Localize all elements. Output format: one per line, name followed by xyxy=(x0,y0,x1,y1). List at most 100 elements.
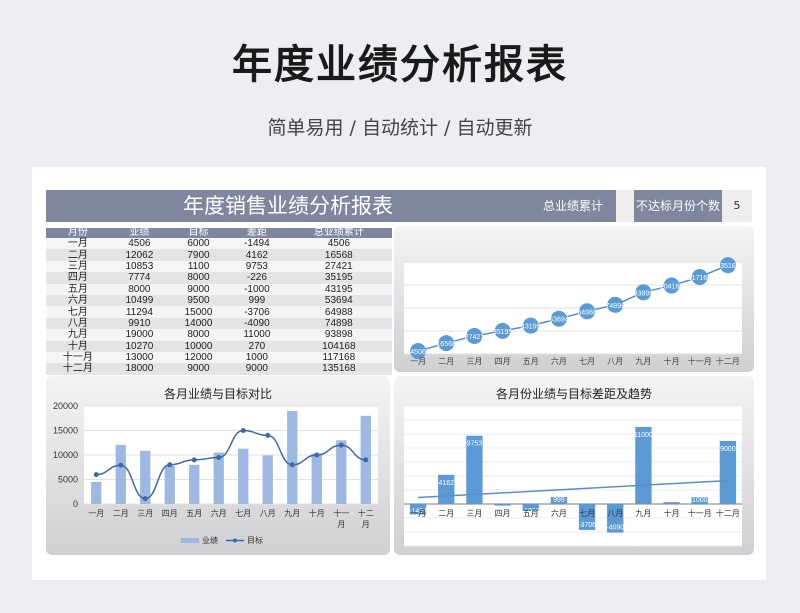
table-cell[interactable]: 9000 xyxy=(168,363,229,375)
data-label: 43195 xyxy=(521,324,541,331)
x-tick-label: 一月 xyxy=(410,509,426,518)
x-tick-label: 十二月 xyxy=(716,356,740,366)
data-label: 35195 xyxy=(493,329,513,336)
table-row: 十二月 18000 9000 9000 135168 xyxy=(46,363,392,375)
monthly-compare-chart: 0 5000 10000 15000 20000 一月 二月 三月 四月 五月 六月 七月 八月 九月 十月… xyxy=(53,401,378,545)
table-cell[interactable]: 8000 xyxy=(168,272,229,284)
table-cell[interactable]: 12062 xyxy=(109,249,169,261)
x-tick-label: 九月 xyxy=(635,357,651,366)
page-title: 年度业绩分析报表 xyxy=(232,42,568,88)
table-cell[interactable]: 93898 xyxy=(285,329,392,341)
table-cell[interactable]: -1494 xyxy=(228,238,286,250)
x-tick-label: 七月 xyxy=(235,509,251,518)
table-cell[interactable]: 104168 xyxy=(285,340,392,352)
x-tick-label: 月 xyxy=(337,520,345,529)
target-point xyxy=(142,496,148,502)
bar xyxy=(164,465,175,504)
table-cell[interactable]: 7900 xyxy=(168,249,229,261)
x-tick-label: 月 xyxy=(362,520,370,529)
y-tick-label: 0 xyxy=(73,499,78,509)
table-row: 一月 4506 6000 -1494 4506 xyxy=(46,238,392,250)
x-tick-label: 三月 xyxy=(466,509,482,518)
x-tick-label: 十月 xyxy=(664,508,680,518)
table-cell[interactable]: 八月 xyxy=(46,317,110,330)
table-cell[interactable]: 七月 xyxy=(46,306,110,318)
table-cell[interactable]: 三月 xyxy=(46,260,110,273)
table-cell[interactable]: 35195 xyxy=(285,272,392,284)
table-cell[interactable]: 11000 xyxy=(228,329,286,341)
table-cell[interactable]: 9753 xyxy=(228,260,286,273)
table-cell[interactable]: 12000 xyxy=(168,351,229,364)
target-point xyxy=(216,454,222,460)
y-tick-label: 15000 xyxy=(53,426,78,436)
table-cell[interactable]: 9910 xyxy=(109,317,169,330)
table-cell[interactable]: 15000 xyxy=(168,306,229,318)
table-cell[interactable]: 十一月 xyxy=(46,351,110,364)
table-cell[interactable]: 999 xyxy=(228,294,286,307)
table-cell[interactable]: 二月 xyxy=(46,249,110,261)
data-label: 135168 xyxy=(716,263,739,270)
table-cell[interactable]: 1100 xyxy=(168,260,229,273)
table-cell[interactable]: -226 xyxy=(228,272,286,284)
table-row: 十一月 13000 12000 1000 117168 xyxy=(46,351,392,364)
bar xyxy=(140,450,151,504)
table-cell[interactable]: 13000 xyxy=(109,351,169,364)
table-cell[interactable]: 4506 xyxy=(109,238,169,250)
x-tick-label: 五月 xyxy=(186,509,202,518)
table-cell[interactable]: 五月 xyxy=(46,283,110,295)
bar xyxy=(213,452,224,504)
table-cell[interactable]: -3706 xyxy=(228,306,286,318)
table-cell[interactable]: 一月 xyxy=(46,238,110,250)
table-cell[interactable]: 19000 xyxy=(109,329,169,341)
table-cell[interactable]: 14000 xyxy=(168,317,229,330)
table-cell[interactable]: 18000 xyxy=(109,363,169,375)
table-cell[interactable]: 9000 xyxy=(168,283,229,295)
table-cell[interactable]: 4506 xyxy=(285,238,392,250)
x-tick-label: 二月 xyxy=(438,509,454,518)
y-tick-label: 5000 xyxy=(58,475,78,485)
x-tick-label: 七月 xyxy=(579,357,595,366)
table-cell[interactable]: 十二月 xyxy=(46,363,110,375)
table-cell[interactable]: 27421 xyxy=(285,260,392,273)
table-cell[interactable]: 十月 xyxy=(46,340,110,352)
table-cell[interactable]: 8000 xyxy=(109,283,169,295)
bar xyxy=(189,464,200,504)
table-cell[interactable]: 7774 xyxy=(109,272,169,284)
table-cell[interactable]: 64988 xyxy=(285,306,392,318)
target-point xyxy=(240,428,246,433)
table-cell[interactable]: 74898 xyxy=(285,317,392,330)
table-cell[interactable]: -1000 xyxy=(228,283,286,295)
data-label: 270 xyxy=(666,497,678,504)
table-cell[interactable]: 9000 xyxy=(228,363,286,375)
x-tick-label: 九月 xyxy=(635,509,651,518)
table-cell[interactable]: 六月 xyxy=(46,294,110,307)
table-cell[interactable]: 53694 xyxy=(285,294,392,307)
table-cell[interactable]: 10853 xyxy=(109,260,169,273)
table-cell[interactable]: 1000 xyxy=(228,351,286,364)
column-header: 差距 xyxy=(228,228,286,238)
data-label: -4090 xyxy=(606,525,624,532)
table-cell[interactable]: -4090 xyxy=(228,317,286,330)
table-cell[interactable]: 117168 xyxy=(285,351,392,364)
x-tick-label: 一月 xyxy=(410,357,426,366)
table-cell[interactable]: 4162 xyxy=(228,249,286,261)
table-cell[interactable]: 9500 xyxy=(168,294,229,307)
table-cell[interactable]: 10000 xyxy=(168,340,229,352)
table-row: 七月 11294 15000 -3706 64988 xyxy=(46,306,392,318)
table-cell[interactable]: 135168 xyxy=(285,363,392,375)
x-tick-label: 十月 xyxy=(664,356,680,366)
table-cell[interactable]: 8000 xyxy=(168,329,229,341)
table-row: 九月 19000 8000 11000 93898 xyxy=(46,329,392,341)
table-cell[interactable]: 四月 xyxy=(46,272,110,284)
bar xyxy=(287,410,298,504)
table-cell[interactable]: 11294 xyxy=(109,306,169,318)
missed-months-value[interactable]: 5 xyxy=(722,190,752,222)
table-cell[interactable]: 6000 xyxy=(168,238,229,250)
table-cell[interactable]: 九月 xyxy=(46,329,110,341)
table-cell[interactable]: 10270 xyxy=(109,340,169,352)
table-cell[interactable]: 43195 xyxy=(285,283,392,295)
table-cell[interactable]: 270 xyxy=(228,340,286,352)
table-cell[interactable]: 16568 xyxy=(285,249,392,261)
gap-trend-chart: -1494一月4162二月9753三月 -226四月 -1000五月999六月-37… xyxy=(404,405,742,547)
table-cell[interactable]: 10499 xyxy=(109,294,169,307)
